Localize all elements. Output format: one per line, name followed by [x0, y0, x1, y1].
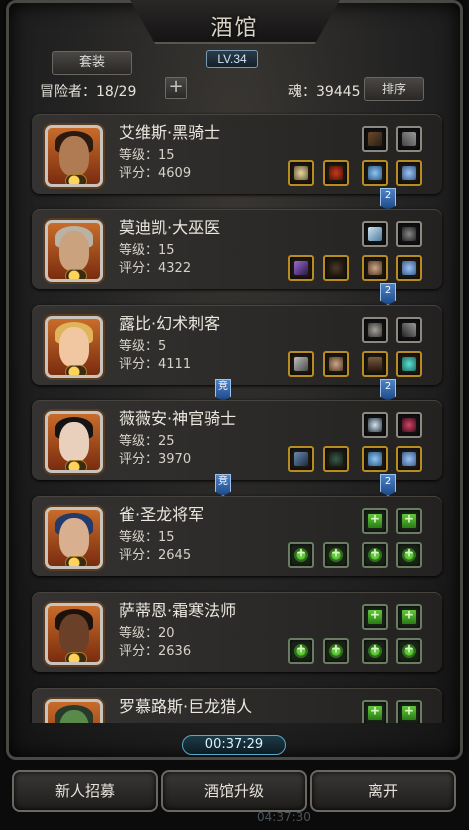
- staff-icon[interactable]: [288, 255, 314, 281]
- empty-equip-slot-icon[interactable]: [362, 508, 388, 534]
- refresh-timer: 00:37:29: [182, 735, 286, 755]
- hero-score: 评分：2645: [119, 548, 192, 563]
- potion-icon[interactable]: [396, 160, 422, 186]
- hero-level: 等级：15: [119, 148, 175, 163]
- potion-icon[interactable]: [362, 160, 388, 186]
- moon-icon: [65, 460, 87, 470]
- pistol-icon[interactable]: [288, 351, 314, 377]
- empty-equip-slot-icon[interactable]: [396, 700, 422, 723]
- recruit-button[interactable]: 新人招募: [12, 770, 158, 812]
- hero-card[interactable]: 莫迪凯·大巫医 等级：15 评分：4322: [32, 209, 442, 289]
- dagger-icon[interactable]: [396, 317, 422, 343]
- empty-equip-slot-icon[interactable]: [362, 638, 388, 664]
- hero-list[interactable]: 艾维斯·黑骑士 等级：15 评分：4609 2 莫迪凯·大巫医 等级：15 评分…: [20, 108, 448, 723]
- bracer-icon[interactable]: [362, 317, 388, 343]
- add-slot-button[interactable]: +: [165, 77, 187, 99]
- hero-portrait[interactable]: [45, 411, 103, 473]
- sword-icon[interactable]: [396, 126, 422, 152]
- set-bonus-tag: 2: [380, 283, 396, 305]
- empty-equip-slot-icon[interactable]: [396, 508, 422, 534]
- info-row: 冒险者：18/29 + 魂：39445 排序: [20, 77, 448, 101]
- hero-score: 评分：4111: [119, 357, 192, 372]
- set-bonus-tag: 2: [380, 379, 396, 401]
- set-bonus-tag: 2: [380, 474, 396, 496]
- arena-tag: 竞: [215, 474, 231, 496]
- hero-name: 薇薇安·神官骑士: [119, 409, 237, 428]
- armor-icon[interactable]: [323, 255, 349, 281]
- page-title: 酒馆: [210, 16, 259, 41]
- hero-name: 露比·幻术刺客: [119, 314, 221, 333]
- empty-equip-slot-icon[interactable]: [362, 542, 388, 568]
- armor-icon[interactable]: [323, 446, 349, 472]
- tavern-upgrade-button[interactable]: 酒馆升级: [161, 770, 307, 812]
- rune-icon[interactable]: [396, 412, 422, 438]
- potion-icon[interactable]: [362, 446, 388, 472]
- gem-icon[interactable]: [396, 351, 422, 377]
- hero-score: 评分：3970: [119, 452, 192, 467]
- sword-icon[interactable]: [362, 126, 388, 152]
- leave-button[interactable]: 离开: [310, 770, 456, 812]
- suit-tab[interactable]: 套装: [52, 51, 132, 75]
- moon-icon: [65, 556, 87, 566]
- sort-button[interactable]: 排序: [364, 77, 424, 101]
- gauntlet-icon[interactable]: [323, 351, 349, 377]
- potion-icon[interactable]: [396, 446, 422, 472]
- hero-card[interactable]: 薇薇安·神官骑士 等级：25 评分：3970: [32, 400, 442, 480]
- hero-level: 等级：15: [119, 243, 175, 258]
- hero-name: 萨蒂恩·霜寒法师: [119, 601, 237, 620]
- hero-score: 评分：4322: [119, 261, 192, 276]
- empty-armor-slot-icon[interactable]: [323, 542, 349, 568]
- soul-count: 魂：39445: [288, 84, 361, 100]
- moon-icon: [65, 174, 87, 184]
- leg-armor-icon[interactable]: [362, 351, 388, 377]
- adventurer-count: 冒险者：18/29: [40, 84, 137, 100]
- hero-level: 等级：5: [119, 339, 167, 354]
- empty-armor-slot-icon[interactable]: [323, 638, 349, 664]
- hero-card[interactable]: 萨蒂恩·霜寒法师 等级：20 评分：2636: [32, 592, 442, 672]
- hero-portrait[interactable]: [45, 507, 103, 569]
- hero-level: 等级：20: [119, 626, 175, 641]
- empty-equip-slot-icon[interactable]: [362, 700, 388, 723]
- helmet-icon[interactable]: [323, 160, 349, 186]
- empty-weapon-slot-icon[interactable]: [288, 638, 314, 664]
- hero-name: 艾维斯·黑骑士: [119, 123, 221, 142]
- moon-icon: [65, 269, 87, 279]
- hero-portrait[interactable]: [45, 699, 103, 723]
- hero-score: 评分：2636: [119, 644, 192, 659]
- potion-icon[interactable]: [396, 255, 422, 281]
- hero-name: 罗慕路斯·巨龙猎人: [119, 697, 253, 716]
- empty-equip-slot-icon[interactable]: [396, 604, 422, 630]
- hero-portrait[interactable]: [45, 316, 103, 378]
- moon-icon: [65, 365, 87, 375]
- moon-icon: [65, 652, 87, 662]
- hero-score: 评分：4609: [119, 166, 192, 181]
- empty-equip-slot-icon[interactable]: [396, 638, 422, 664]
- hero-card[interactable]: 艾维斯·黑骑士 等级：15 评分：4609: [32, 114, 442, 194]
- set-bonus-tag: 2: [380, 188, 396, 210]
- mask-icon[interactable]: [396, 221, 422, 247]
- hero-level: 等级：25: [119, 434, 175, 449]
- hero-card[interactable]: 罗慕路斯·巨龙猎人: [32, 688, 442, 723]
- tavern-level-badge: LV.34: [206, 50, 258, 68]
- background-timer: 04:37:30: [257, 810, 311, 824]
- hero-card[interactable]: 雀·圣龙将军 等级：15 评分：2645: [32, 496, 442, 576]
- necklace-icon[interactable]: [362, 412, 388, 438]
- arena-tag: 竞: [215, 379, 231, 401]
- hero-portrait[interactable]: [45, 603, 103, 665]
- hero-portrait[interactable]: [45, 125, 103, 187]
- hero-portrait[interactable]: [45, 220, 103, 282]
- hero-name: 莫迪凯·大巫医: [119, 218, 221, 237]
- hero-card[interactable]: 露比·幻术刺客 等级：5 评分：4111: [32, 305, 442, 385]
- sword-icon[interactable]: [288, 446, 314, 472]
- ring-icon[interactable]: [288, 160, 314, 186]
- scroll-icon[interactable]: [362, 221, 388, 247]
- gauntlet-icon[interactable]: [362, 255, 388, 281]
- hero-level: 等级：15: [119, 530, 175, 545]
- empty-equip-slot-icon[interactable]: [396, 542, 422, 568]
- hero-name: 雀·圣龙将军: [119, 505, 205, 524]
- empty-weapon-slot-icon[interactable]: [288, 542, 314, 568]
- empty-equip-slot-icon[interactable]: [362, 604, 388, 630]
